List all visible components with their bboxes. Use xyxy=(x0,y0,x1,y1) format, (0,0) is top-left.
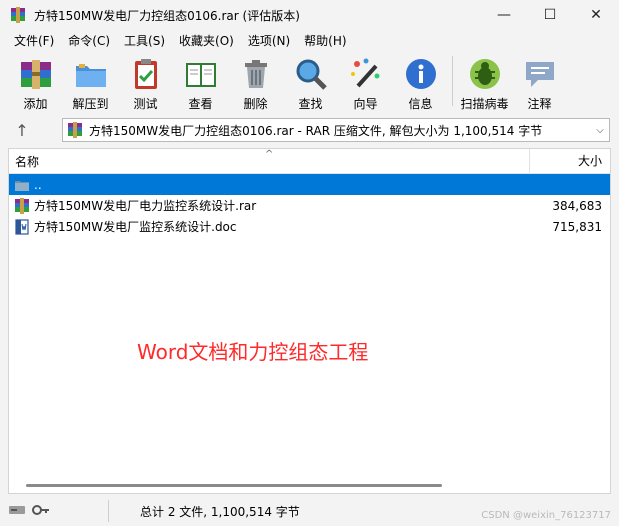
test-label: 测试 xyxy=(133,97,158,111)
folder-icon xyxy=(14,177,30,193)
menu-file[interactable]: 文件(F) xyxy=(0,32,61,49)
rar-archive-icon xyxy=(67,122,83,138)
file-name: 方特150MW发电厂电力监控系统设计.rar xyxy=(34,199,257,213)
menu-options[interactable]: 选项(N) xyxy=(241,32,297,49)
list-item-doc[interactable]: 方特150MW发电厂监控系统设计.doc 715,831 xyxy=(9,216,610,237)
address-bar: ↑ 方特150MW发电厂力控组态0106.rar - RAR 压缩文件, 解包大… xyxy=(0,116,619,144)
comment-bubble-icon xyxy=(522,56,558,92)
sort-caret-icon: ^ xyxy=(265,148,274,160)
file-size: 384,683 xyxy=(552,198,602,213)
file-name: .. xyxy=(34,177,42,192)
up-arrow-icon[interactable]: ↑ xyxy=(0,121,44,140)
test-button[interactable]: 测试 xyxy=(118,52,173,111)
chevron-down-icon[interactable]: ⌵ xyxy=(591,125,609,136)
menu-help[interactable]: 帮助(H) xyxy=(297,32,353,49)
bug-icon xyxy=(467,56,503,92)
toolbar-separator xyxy=(452,56,453,106)
scrollbar-thumb[interactable] xyxy=(26,484,442,487)
toolbar: 添加 解压到 测试 查看 删除 查找 向导 信息 扫描病毒 注释 xyxy=(8,52,611,112)
trash-can-icon xyxy=(238,56,274,92)
folder-extract-icon xyxy=(73,56,109,92)
column-size-header[interactable]: 大小 xyxy=(529,149,610,173)
extract-to-label: 解压到 xyxy=(72,97,109,111)
view-label: 查看 xyxy=(188,97,213,111)
winrar-app-icon xyxy=(10,7,26,23)
find-button[interactable]: 查找 xyxy=(283,52,338,111)
menu-bar: 文件(F) 命令(C) 工具(S) 收藏夹(O) 选项(N) 帮助(H) xyxy=(0,30,619,50)
scan-virus-label: 扫描病毒 xyxy=(460,97,509,111)
minimize-button[interactable]: — xyxy=(481,0,527,30)
menu-favorites[interactable]: 收藏夹(O) xyxy=(172,32,241,49)
comment-label: 注释 xyxy=(527,97,552,111)
horizontal-scrollbar[interactable] xyxy=(8,478,611,494)
info-button[interactable]: 信息 xyxy=(393,52,448,111)
maximize-button[interactable]: ☐ xyxy=(527,0,573,30)
info-icon xyxy=(403,56,439,92)
key-icon[interactable] xyxy=(32,504,50,519)
address-field[interactable]: 方特150MW发电厂力控组态0106.rar - RAR 压缩文件, 解包大小为… xyxy=(62,118,610,142)
address-text: 方特150MW发电厂力控组态0106.rar - RAR 压缩文件, 解包大小为… xyxy=(89,123,543,138)
delete-button[interactable]: 删除 xyxy=(228,52,283,111)
column-name-header[interactable]: 名称 ^ xyxy=(9,149,529,170)
info-label: 信息 xyxy=(408,97,433,111)
comment-button[interactable]: 注释 xyxy=(512,52,567,111)
menu-tools[interactable]: 工具(S) xyxy=(117,32,172,49)
watermark: CSDN @weixin_76123717 xyxy=(481,510,611,521)
word-file-icon xyxy=(14,218,30,235)
title-bar: 方特150MW发电厂力控组态0106.rar (评估版本) — ☐ ✕ xyxy=(0,0,619,30)
view-button[interactable]: 查看 xyxy=(173,52,228,111)
rar-file-icon xyxy=(14,197,30,214)
status-icons xyxy=(0,500,126,522)
extract-to-button[interactable]: 解压到 xyxy=(63,52,118,111)
file-name: 方特150MW发电厂监控系统设计.doc xyxy=(34,220,237,234)
column-name-label: 名称 xyxy=(15,154,40,169)
list-item-rar[interactable]: 方特150MW发电厂电力监控系统设计.rar 384,683 xyxy=(9,195,610,216)
menu-commands[interactable]: 命令(C) xyxy=(61,32,117,49)
add-button[interactable]: 添加 xyxy=(8,52,63,111)
open-book-icon xyxy=(183,56,219,92)
close-button[interactable]: ✕ xyxy=(573,0,619,30)
file-size: 715,831 xyxy=(552,219,602,234)
scan-virus-button[interactable]: 扫描病毒 xyxy=(457,52,512,111)
archive-books-icon xyxy=(18,56,54,92)
annotation-text: Word文档和力控组态工程 xyxy=(137,340,369,364)
status-separator xyxy=(108,500,109,522)
delete-label: 删除 xyxy=(243,97,268,111)
file-list[interactable]: 名称 ^ 大小 .. 方特150MW发电厂电力监控系统设计.rar 384,68… xyxy=(8,148,611,494)
list-item-parent[interactable]: .. xyxy=(9,174,610,195)
clipboard-check-icon xyxy=(128,56,164,92)
wizard-label: 向导 xyxy=(353,97,378,111)
add-label: 添加 xyxy=(23,97,48,111)
window-title: 方特150MW发电厂力控组态0106.rar (评估版本) xyxy=(34,8,300,23)
magnifier-icon xyxy=(293,56,329,92)
drive-icon[interactable] xyxy=(8,504,26,519)
magic-wand-icon xyxy=(348,56,384,92)
find-label: 查找 xyxy=(298,97,323,111)
column-header: 名称 ^ 大小 xyxy=(9,149,610,174)
wizard-button[interactable]: 向导 xyxy=(338,52,393,111)
